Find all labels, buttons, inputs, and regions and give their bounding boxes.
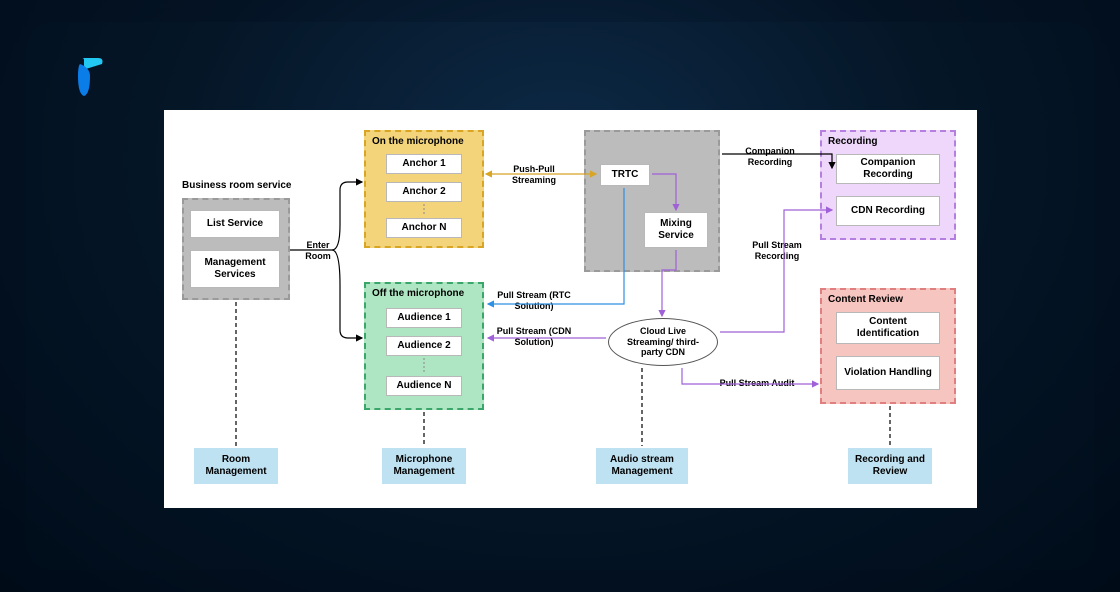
pull-rec-label: Pull Stream Recording (742, 240, 812, 262)
pushpull-label: Push-Pull Streaming (496, 164, 572, 186)
comp-recording-box: Companion Recording (836, 154, 940, 184)
backstage-box (584, 130, 720, 272)
off-mic-title: Off the microphone (372, 288, 464, 299)
list-service-box: List Service (190, 210, 280, 238)
enter-room-label: Enter Room (298, 240, 338, 262)
recrev-mgmt: Recording and Review (848, 448, 932, 484)
trtc-box: TRTC (600, 164, 650, 186)
comp-rec-label: Companion Recording (730, 146, 810, 168)
mic-mgmt: Microphone Management (382, 448, 466, 484)
audio-mgmt: Audio stream Management (596, 448, 688, 484)
pull-rtc-label: Pull Stream (RTC Solution) (496, 290, 572, 312)
cdn-recording-box: CDN Recording (836, 196, 940, 226)
anchor2: Anchor 2 (386, 182, 462, 202)
recording-title: Recording (828, 136, 877, 147)
audience2: Audience 2 (386, 336, 462, 356)
on-mic-title: On the microphone (372, 136, 464, 147)
content-id-box: Content Identification (836, 312, 940, 344)
brand-logo (60, 50, 112, 107)
architecture-diagram: Business room service List Service Manag… (164, 110, 977, 508)
pull-audit-label: Pull Stream Audit (712, 378, 802, 389)
mgmt-service-box: Management Services (190, 250, 280, 288)
business-title: Business room service (182, 180, 292, 191)
anchorN: Anchor N (386, 218, 462, 238)
audienceN: Audience N (386, 376, 462, 396)
review-title: Content Review (828, 294, 903, 305)
audience1: Audience 1 (386, 308, 462, 328)
anchor1: Anchor 1 (386, 154, 462, 174)
frame: Business room service List Service Manag… (26, 22, 1094, 570)
violation-box: Violation Handling (836, 356, 940, 390)
mixing-box: Mixing Service (644, 212, 708, 248)
cdn-ellipse: Cloud Live Streaming/ third-party CDN (608, 318, 718, 366)
pull-cdn-label: Pull Stream (CDN Solution) (496, 326, 572, 348)
room-mgmt: Room Management (194, 448, 278, 484)
